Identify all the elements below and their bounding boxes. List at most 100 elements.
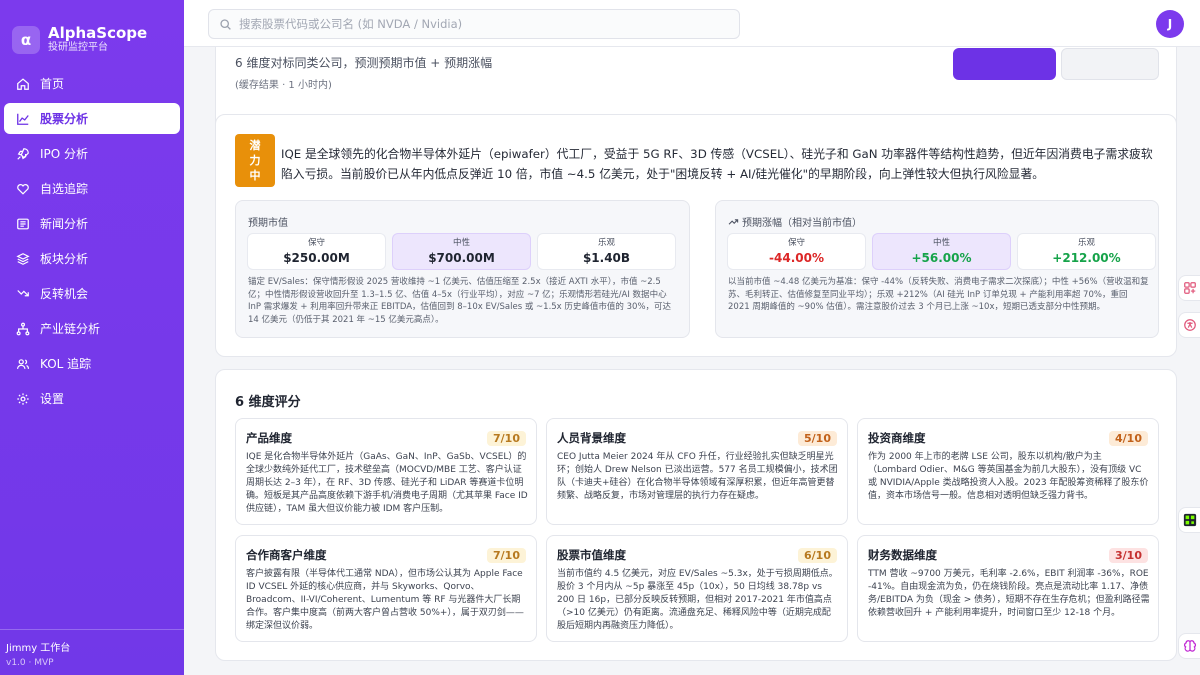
score-badge: 3/10 <box>1109 547 1148 563</box>
reversal-icon <box>16 287 30 301</box>
apps-tool-button[interactable] <box>1178 275 1200 301</box>
sidebar-item-settings[interactable]: 设置 <box>4 383 180 414</box>
sidebar-item-label: 股票分析 <box>40 112 89 126</box>
badge-char: 中 <box>249 169 261 182</box>
sidebar-item-label: 新闻分析 <box>40 217 89 231</box>
analysis-subtitle: 6 维度对标同类公司，预测预期市值 + 预期涨幅 <box>235 56 493 70</box>
tile-label: 中性 <box>452 237 470 248</box>
sidebar-item-kol-tracking[interactable]: KOL 追踪 <box>4 348 180 379</box>
sidebar: α AlphaScope 投研监控平台 首页 股票分析 IPO 分析 自选追踪 … <box>0 0 184 675</box>
dimension-description: IQE 是化合物半导体外延片（GaAs、GaN、InP、GaSb、VCSEL）的… <box>246 452 528 514</box>
dimension-title: 投资商维度 <box>868 431 926 445</box>
dimension-title: 产品维度 <box>246 431 292 445</box>
scenario-tile-neutral: 中性 $700.00M <box>392 233 531 270</box>
dimension-description: 当前市值约 4.5 亿美元，对应 EV/Sales ~5.3x，处于亏损周期低点… <box>557 569 838 631</box>
expected-gain-title: 预期涨幅（相对当前市值） <box>742 218 862 229</box>
sidebar-item-sector-analysis[interactable]: 板块分析 <box>4 243 180 274</box>
translate-icon <box>1183 319 1196 331</box>
dimension-card-investors: 投资商维度 4/10 作为 2000 年上市的老牌 LSE 公司，股东以机构/散户… <box>857 418 1159 525</box>
scenario-tile-optimistic: 乐观 $1.40B <box>537 233 676 270</box>
scenario-tile-neutral: 中性 +56.00% <box>872 233 1011 270</box>
app-version: v1.0 · MVP <box>6 658 54 668</box>
dimension-description: 客户披露有限（半导体代工通常 NDA），但市场公认其为 Apple Face I… <box>246 569 524 631</box>
dimension-title: 财务数据维度 <box>868 548 937 562</box>
heart-icon <box>16 182 30 196</box>
cache-note: (缓存结果 · 1 小时内) <box>235 80 332 91</box>
sidebar-item-label: KOL 追踪 <box>40 357 92 371</box>
layers-icon <box>16 252 30 266</box>
sidebar-item-stock-analysis[interactable]: 股票分析 <box>4 103 180 134</box>
tile-label: 保守 <box>787 237 805 248</box>
sidebar-item-label: 自选追踪 <box>40 182 89 196</box>
dimension-title: 合作商客户维度 <box>246 548 327 562</box>
expected-gain-tiles: 保守 -44.00% 中性 +56.00% 乐观 +212.00% <box>727 233 1156 270</box>
section-title: 6 维度评分 <box>235 395 301 410</box>
sidebar-item-supply-chain[interactable]: 产业链分析 <box>4 313 180 344</box>
score-badge: 5/10 <box>798 430 837 446</box>
dimension-card-product: 产品维度 7/10 IQE 是化合物半导体外延片（GaAs、GaN、InP、GaS… <box>235 418 537 525</box>
expected-gain-panel: 预期涨幅（相对当前市值） 保守 -44.00% 中性 +56.00% 乐观 +2… <box>715 200 1159 338</box>
dimension-card-partners: 合作商客户维度 7/10 客户披露有限（半导体代工通常 NDA），但市场公认其为 … <box>235 535 537 642</box>
dimension-card-financials: 财务数据维度 3/10 TTM 营收 ~9700 万美元，毛利率 -2.6%，EB… <box>857 535 1159 642</box>
chart-line-icon <box>16 112 30 126</box>
search-icon <box>220 18 231 30</box>
qr-code-icon <box>1183 513 1196 527</box>
qr-tool-button[interactable] <box>1178 507 1200 533</box>
dimension-description: 作为 2000 年上市的老牌 LSE 公司，股东以机构/散户为主（Lombard… <box>868 452 1149 501</box>
score-badge: 7/10 <box>487 547 526 563</box>
potential-badge: 潜 力 中 <box>235 134 275 187</box>
brand[interactable]: α AlphaScope 投研监控平台 <box>0 0 184 62</box>
sidebar-item-ipo-analysis[interactable]: IPO 分析 <box>4 138 180 169</box>
sidebar-footer: Jimmy 工作台 v1.0 · MVP <box>0 629 184 675</box>
avatar[interactable]: J <box>1156 10 1184 38</box>
tile-label: 保守 <box>307 237 325 248</box>
tile-value: +212.00% <box>1052 250 1121 265</box>
sidebar-item-news-analysis[interactable]: 新闻分析 <box>4 208 180 239</box>
brand-logo: α <box>12 25 40 54</box>
sidebar-item-home[interactable]: 首页 <box>4 68 180 99</box>
expected-market-cap-panel: 预期市值 保守 $250.00M 中性 $700.00M 乐观 $1.40B 锚… <box>235 200 690 338</box>
brain-icon <box>1183 640 1196 652</box>
topbar: J <box>184 0 1200 47</box>
score-badge: 7/10 <box>487 430 526 446</box>
primary-action-button[interactable] <box>953 48 1056 80</box>
sidebar-item-label: IPO 分析 <box>40 147 89 161</box>
brand-title: AlphaScope <box>48 24 148 42</box>
assistant-tool-button[interactable] <box>1178 633 1200 659</box>
dimension-description: TTM 营收 ~9700 万美元，毛利率 -2.6%，EBIT 利润率 -36%… <box>868 569 1150 618</box>
expected-market-cap-tiles: 保守 $250.00M 中性 $700.00M 乐观 $1.40B <box>247 233 676 270</box>
company-summary: IQE 是全球领先的化合物半导体外延片（epiwafer）代工厂，受益于 5G … <box>281 147 1153 181</box>
summary-card: 潜 力 中 IQE 是全球领先的化合物半导体外延片（epiwafer）代工厂，受… <box>215 114 1177 357</box>
dimension-title: 人员背景维度 <box>557 431 626 445</box>
gear-icon <box>16 392 30 406</box>
brand-subtitle: 投研监控平台 <box>48 42 108 53</box>
translate-tool-button[interactable] <box>1178 312 1200 338</box>
badge-char: 力 <box>249 154 261 167</box>
dimension-card-market-cap: 股票市值维度 6/10 当前市值约 4.5 亿美元，对应 EV/Sales ~5.… <box>546 535 848 642</box>
tile-value: $700.00M <box>428 250 495 265</box>
tile-value: +56.00% <box>911 250 972 265</box>
dimension-scores-card: 6 维度评分 产品维度 7/10 IQE 是化合物半导体外延片（GaAs、GaN、… <box>215 369 1177 661</box>
sidebar-item-label: 首页 <box>40 77 65 91</box>
secondary-action-button[interactable] <box>1061 48 1159 80</box>
search-box[interactable] <box>208 9 740 39</box>
workspace-name: Jimmy 工作台 <box>6 643 71 654</box>
sidebar-nav: 首页 股票分析 IPO 分析 自选追踪 新闻分析 板块分析 反转机会 产业链分析… <box>0 68 184 414</box>
score-badge: 6/10 <box>798 547 837 563</box>
sidebar-item-label: 产业链分析 <box>40 322 101 336</box>
search-input[interactable] <box>239 17 729 31</box>
dimension-description: CEO Jutta Meier 2024 年从 CFO 升任，行业经验扎实但缺乏… <box>557 452 838 501</box>
expected-market-cap-title: 预期市值 <box>248 218 288 229</box>
sidebar-item-reversal[interactable]: 反转机会 <box>4 278 180 309</box>
main-content: 6 维度对标同类公司，预测预期市值 + 预期涨幅 (缓存结果 · 1 小时内) … <box>184 47 1200 675</box>
badge-char: 潜 <box>249 139 261 152</box>
scenario-tile-conservative: 保守 $250.00M <box>247 233 386 270</box>
tile-value: $250.00M <box>283 250 350 265</box>
network-icon <box>16 322 30 336</box>
trend-up-icon <box>728 219 739 225</box>
scenario-tile-conservative: 保守 -44.00% <box>727 233 866 270</box>
sidebar-item-watchlist[interactable]: 自选追踪 <box>4 173 180 204</box>
sidebar-item-label: 反转机会 <box>40 287 89 301</box>
dimension-card-team: 人员背景维度 5/10 CEO Jutta Meier 2024 年从 CFO 升… <box>546 418 848 525</box>
market-cap-rationale: 锚定 EV/Sales：保守情形假设 2025 营收维持 ~1 亿美元、估值压缩… <box>248 277 672 325</box>
